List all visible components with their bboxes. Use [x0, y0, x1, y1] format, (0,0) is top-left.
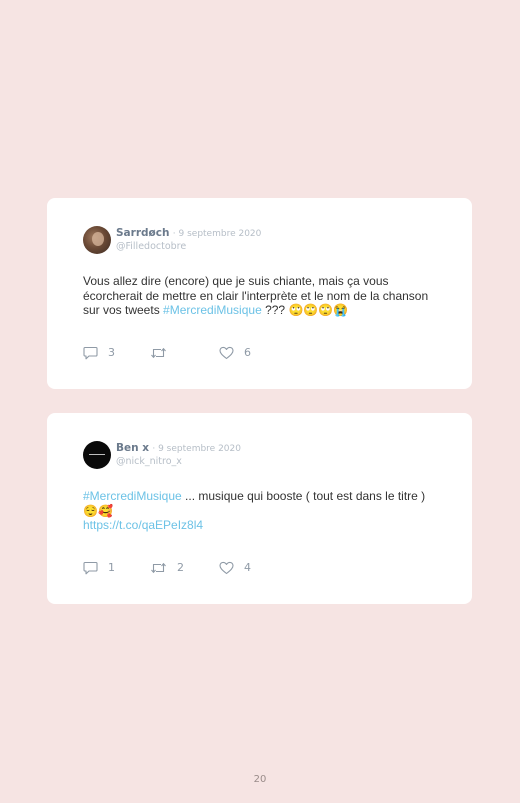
tweet-card: Ben x · 9 septembre 2020 @nick_nitro_x #…	[47, 413, 472, 604]
like-button[interactable]: 4	[219, 560, 251, 576]
tweet-actions: 1 2 4	[83, 560, 283, 576]
tweet-date: · 9 septembre 2020	[152, 444, 241, 454]
retweet-icon	[150, 346, 167, 360]
reply-count: 3	[108, 346, 115, 359]
like-count: 4	[244, 561, 251, 574]
tweet-header: Ben x · 9 septembre 2020 @nick_nitro_x	[116, 442, 241, 468]
heart-icon	[219, 561, 234, 575]
tweet-actions: 3 6	[83, 345, 283, 361]
speech-bubble-icon	[83, 561, 98, 575]
retweet-count: 2	[177, 561, 184, 574]
tweet-url-link[interactable]: https://t.co/qaEPeIz8l4	[83, 518, 203, 532]
tweet-emojis: 🙄🙄🙄😭	[288, 303, 349, 318]
reply-button[interactable]: 3	[83, 345, 115, 361]
author-name[interactable]: Sarrdøch	[116, 227, 169, 239]
avatar[interactable]	[83, 441, 111, 469]
like-count: 6	[244, 346, 251, 359]
tweet-header: Sarrdøch · 9 septembre 2020 @Filledoctob…	[116, 227, 261, 253]
speech-bubble-icon	[83, 346, 98, 360]
hashtag-link[interactable]: #MercrediMusique	[163, 303, 262, 317]
page-number: 20	[253, 774, 267, 785]
retweet-button[interactable]: 2	[150, 560, 184, 576]
retweet-button[interactable]	[150, 345, 177, 361]
tweet-text-tail: ???	[261, 303, 289, 318]
author-handle[interactable]: @Filledoctobre	[116, 241, 261, 253]
tweet-emojis: 😌🥰	[83, 503, 113, 518]
avatar[interactable]	[83, 226, 111, 254]
hashtag-link[interactable]: #MercrediMusique	[83, 489, 182, 503]
tweet-card: Sarrdøch · 9 septembre 2020 @Filledoctob…	[47, 198, 472, 389]
tweet-date: · 9 septembre 2020	[172, 229, 262, 239]
tweet-text-tail: ... musique qui booste ( tout est dans l…	[181, 489, 426, 503]
reply-button[interactable]: 1	[83, 560, 115, 576]
author-handle[interactable]: @nick_nitro_x	[116, 456, 241, 468]
heart-icon	[219, 346, 234, 360]
tweet-text: #MercrediMusique ... musique qui booste …	[83, 489, 435, 533]
author-name[interactable]: Ben x	[116, 442, 149, 454]
tweet-text: Vous allez dire (encore) que je suis chi…	[83, 274, 435, 318]
reply-count: 1	[108, 561, 115, 574]
like-button[interactable]: 6	[219, 345, 251, 361]
retweet-icon	[150, 561, 167, 575]
